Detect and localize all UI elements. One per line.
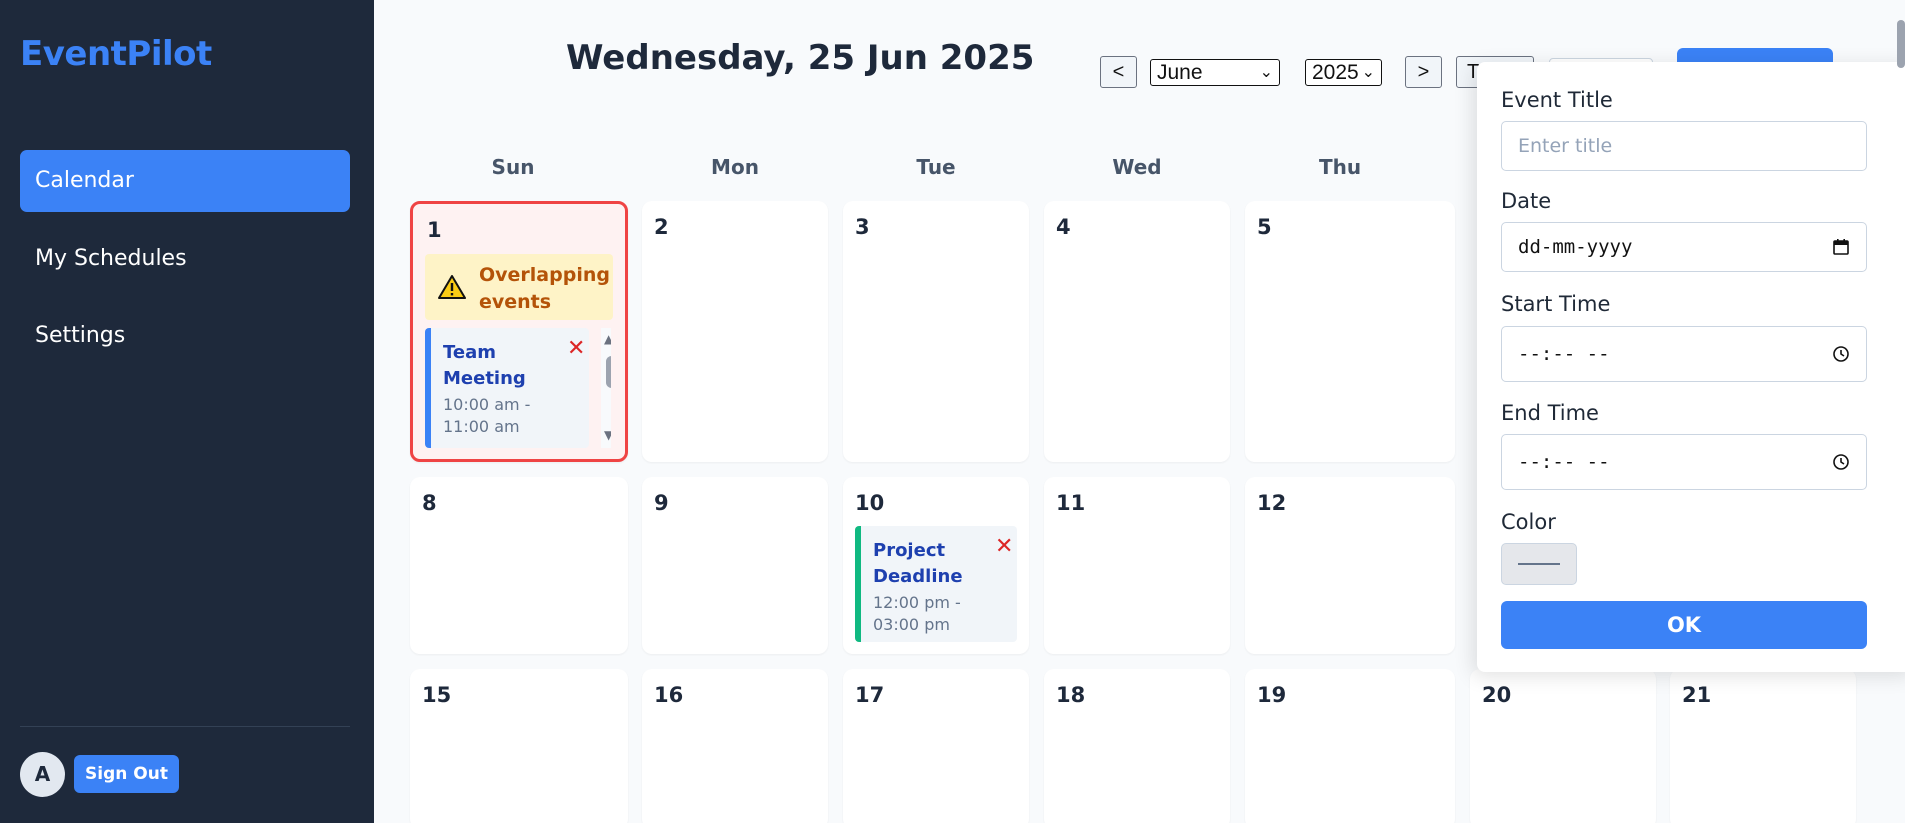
day-cell[interactable]: 19 <box>1245 669 1455 823</box>
day-cell[interactable]: 15 <box>410 669 628 823</box>
color-swatch-line <box>1518 563 1560 565</box>
day-cell[interactable]: 5 <box>1245 201 1455 462</box>
sidebar-item-my-schedules[interactable]: My Schedules <box>20 228 350 290</box>
day-cell[interactable]: 10 Project Deadline 12:00 pm - 03:00 pm … <box>843 477 1029 654</box>
day-cell[interactable]: 4 <box>1044 201 1230 462</box>
next-month-button[interactable]: > <box>1405 56 1442 88</box>
clock-icon[interactable] <box>1832 435 1850 489</box>
event-title-input[interactable]: Enter title <box>1501 121 1867 171</box>
weekday-label: Wed <box>1112 155 1162 179</box>
date-input-placeholder: dd-mm-yyyy <box>1518 236 1633 258</box>
scrollbar-thumb[interactable] <box>606 356 611 388</box>
app-logo: EventPilot <box>20 34 212 74</box>
event-list-scrollbar[interactable]: ▲ ▼ <box>601 328 611 448</box>
event-team-meeting[interactable]: Team Meeting 10:00 am - 11:00 am ✕ <box>425 328 589 448</box>
start-time-input[interactable]: --:-- -- <box>1501 326 1867 382</box>
day-number: 11 <box>1056 491 1086 515</box>
close-icon[interactable]: ✕ <box>995 534 1013 559</box>
day-number: 9 <box>654 491 669 515</box>
day-number: 20 <box>1482 683 1512 707</box>
day-number: 12 <box>1257 491 1287 515</box>
sign-out-button[interactable]: Sign Out <box>74 755 179 793</box>
weekday-label: Mon <box>711 155 759 179</box>
month-select-value: June <box>1157 61 1203 84</box>
date-label: Date <box>1501 189 1552 213</box>
end-time-placeholder: --:-- -- <box>1518 451 1610 473</box>
weekday-label: Thu <box>1318 155 1362 179</box>
day-number: 1 <box>427 218 442 242</box>
color-picker[interactable] <box>1501 543 1577 585</box>
day-number: 21 <box>1682 683 1712 707</box>
sidebar-item-label: Settings <box>35 323 126 348</box>
sidebar-item-settings[interactable]: Settings <box>20 305 350 367</box>
event-project-deadline[interactable]: Project Deadline 12:00 pm - 03:00 pm ✕ <box>855 526 1017 642</box>
ok-button[interactable]: OK <box>1501 601 1867 649</box>
day-cell[interactable]: 17 <box>843 669 1029 823</box>
day-cell[interactable]: 1 Overlapping events Team Meeting 10:00 … <box>410 201 628 462</box>
page-scrollbar[interactable] <box>1897 20 1905 68</box>
day-number: 17 <box>855 683 885 707</box>
day-cell[interactable]: 21 <box>1670 669 1856 823</box>
page-title: Wednesday, 25 Jun 2025 <box>566 38 1035 78</box>
day-cell[interactable]: 9 <box>642 477 828 654</box>
date-input[interactable]: dd-mm-yyyy <box>1501 222 1867 272</box>
start-time-label: Start Time <box>1501 292 1611 316</box>
day-cell[interactable]: 20 <box>1470 669 1656 823</box>
chevron-down-icon: ⌄ <box>1259 64 1273 81</box>
day-cell[interactable]: 12 <box>1245 477 1455 654</box>
year-select-value: 2025 <box>1312 61 1359 84</box>
day-number: 19 <box>1257 683 1287 707</box>
day-cell[interactable]: 18 <box>1044 669 1230 823</box>
day-number: 15 <box>422 683 452 707</box>
day-number: 5 <box>1257 215 1272 239</box>
event-form-popover: Event Title Enter title Date dd-mm-yyyy … <box>1477 62 1905 672</box>
event-time: 12:00 pm - 03:00 pm <box>873 593 961 634</box>
prev-month-button[interactable]: < <box>1100 56 1137 88</box>
weekday-label: Sun <box>491 155 535 179</box>
day-number: 18 <box>1056 683 1086 707</box>
scroll-down-icon[interactable]: ▼ <box>604 428 611 442</box>
event-title-label: Event Title <box>1501 88 1613 112</box>
event-title: Team Meeting <box>443 342 526 389</box>
day-number: 16 <box>654 683 684 707</box>
sidebar: EventPilot Calendar My Schedules Setting… <box>0 0 374 823</box>
day-cell[interactable]: 11 <box>1044 477 1230 654</box>
weekday-label: Tue <box>916 155 956 179</box>
day-number: 8 <box>422 491 437 515</box>
overlap-warning: Overlapping events <box>425 254 613 320</box>
sidebar-divider <box>20 726 350 727</box>
event-title: Project Deadline <box>873 540 963 587</box>
close-icon[interactable]: ✕ <box>567 336 585 361</box>
chevron-down-icon: ⌄ <box>1361 64 1375 81</box>
sidebar-item-calendar[interactable]: Calendar <box>20 150 350 212</box>
day-cell[interactable]: 3 <box>843 201 1029 462</box>
calendar-icon[interactable] <box>1832 223 1850 271</box>
day-cell[interactable]: 8 <box>410 477 628 654</box>
day-number: 2 <box>654 215 669 239</box>
year-select[interactable]: 2025 ⌄ <box>1305 59 1382 86</box>
clock-icon[interactable] <box>1832 327 1850 381</box>
day-cell[interactable]: 16 <box>642 669 828 823</box>
end-time-input[interactable]: --:-- -- <box>1501 434 1867 490</box>
event-time: 10:00 am - 11:00 am <box>443 395 531 436</box>
start-time-placeholder: --:-- -- <box>1518 343 1610 365</box>
day-number: 10 <box>855 491 885 515</box>
avatar[interactable]: A <box>20 752 65 797</box>
event-list[interactable]: Team Meeting 10:00 am - 11:00 am ✕ ▲ ▼ <box>425 328 611 448</box>
day-number: 3 <box>855 215 870 239</box>
warning-icon <box>438 275 466 299</box>
day-number: 4 <box>1056 215 1071 239</box>
sidebar-item-label: Calendar <box>35 168 134 193</box>
day-cell[interactable]: 2 <box>642 201 828 462</box>
color-label: Color <box>1501 510 1556 534</box>
scroll-up-icon[interactable]: ▲ <box>604 332 611 346</box>
end-time-label: End Time <box>1501 401 1599 425</box>
overlap-warning-text: Overlapping events <box>479 264 610 313</box>
sidebar-item-label: My Schedules <box>35 246 187 271</box>
month-select[interactable]: June ⌄ <box>1150 59 1280 86</box>
